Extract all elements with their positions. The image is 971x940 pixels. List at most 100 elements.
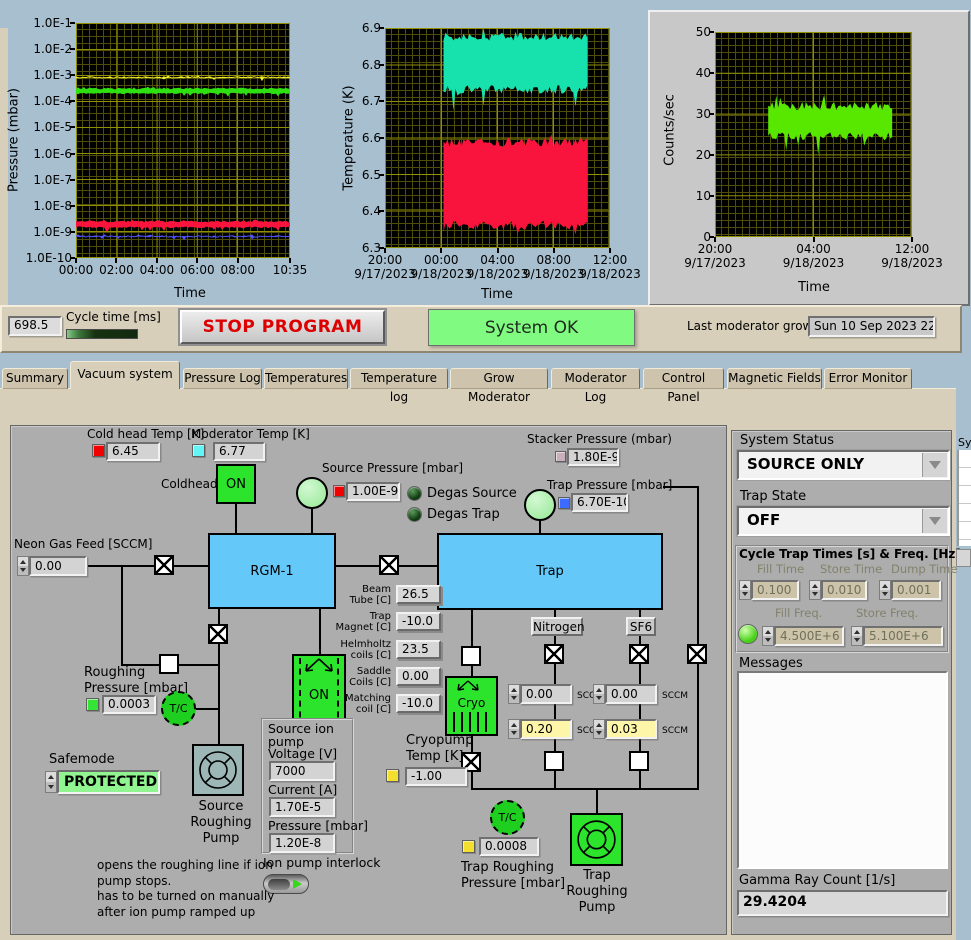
source-pressure-label: Source Pressure [mbar] — [322, 461, 464, 475]
pipe-line — [539, 521, 541, 533]
y-tick-mark — [379, 100, 384, 103]
stacker-pressure-value: 1.80E-9 — [567, 448, 619, 466]
degas-trap-led[interactable] — [407, 507, 422, 522]
n2-actual-spinner[interactable] — [508, 684, 520, 704]
store-time-value[interactable]: 0.010 — [821, 580, 867, 600]
saddle-coils-value: 0.00 — [396, 667, 441, 686]
coldhead-state-label: ON — [226, 476, 246, 492]
tab-error-monitor[interactable]: Error Monitor — [824, 368, 912, 389]
interlock-note: opens the roughing line if ion pump stop… — [97, 858, 275, 919]
tab-pressure-log[interactable]: Pressure Log — [183, 368, 262, 389]
tab-moderator-log[interactable]: Moderator Log — [551, 368, 640, 404]
tab-temperature-log[interactable]: Temperature log — [350, 368, 448, 404]
y-tick-label: 10 — [695, 189, 711, 203]
y-tick-label: 1.0E-2 — [33, 42, 72, 57]
neon-feed-spinner[interactable] — [17, 556, 29, 576]
ion-voltage-label: Voltage [V] — [268, 746, 338, 761]
fill-freq-value[interactable]: 4.500E+6 — [774, 626, 844, 646]
cryo-pump[interactable]: Cryo — [445, 676, 498, 736]
tab-grow-moderator[interactable]: Grow Moderator — [450, 368, 548, 404]
y-tick-mark — [70, 100, 75, 103]
trap-label: Trap — [536, 564, 564, 579]
ion-pressure-value: 1.20E-8 — [269, 833, 335, 853]
pipe-line — [195, 708, 219, 710]
stop-program-button[interactable]: STOP PROGRAM — [180, 310, 385, 344]
system-status-dropdown[interactable]: SOURCE ONLY — [737, 450, 950, 480]
degas-source-label: Degas Source — [427, 486, 517, 501]
source-roughing-pump[interactable] — [192, 744, 244, 796]
tab-temperatures[interactable]: Temperatures — [264, 368, 348, 389]
x-tick-mark — [289, 258, 291, 263]
x-tick-label: 10:35 — [272, 263, 308, 277]
pipe-line — [88, 565, 208, 567]
y-tick-mark — [70, 22, 75, 24]
chevron-down-icon[interactable] — [922, 509, 947, 533]
cycle-trap-title: Cycle Trap Times [s] & Freq. [Hz] — [739, 547, 961, 561]
y-tick-mark — [709, 31, 714, 33]
x-tick-label: 20:00 9/17/2023 — [684, 242, 746, 270]
ion-current-label: Current [A] — [268, 782, 338, 797]
trap-roughing-pump[interactable] — [570, 813, 623, 866]
nitrogen-valve[interactable] — [544, 644, 564, 664]
y-tick-mark — [70, 230, 75, 233]
rgm1-trap-valve[interactable] — [379, 555, 399, 575]
fill-freq-label: Fill Freq. — [775, 606, 823, 620]
pressure-x-axis-title: Time — [174, 286, 206, 301]
dump-time-value[interactable]: 0.001 — [891, 580, 941, 600]
store-freq-value[interactable]: 5.100E+6 — [863, 626, 943, 646]
dump-time-spinner[interactable] — [879, 580, 891, 600]
neon-feed-value[interactable]: 0.00 — [29, 556, 87, 576]
trap-pressure-value: 6.70E-10 — [571, 493, 628, 512]
source-pressure-value: 1.00E-9 — [346, 482, 400, 501]
trap-roughing-pressure-label: Trap Roughing Pressure [mbar] — [461, 860, 566, 891]
store-time-spinner[interactable] — [809, 580, 821, 600]
tab-summary[interactable]: Summary — [2, 368, 68, 389]
tab-magnetic-fields[interactable]: Magnetic Fields — [727, 368, 822, 389]
moderator-temp-value: 6.77 — [213, 442, 265, 461]
cryo-inlet-valve[interactable] — [461, 646, 481, 666]
neon-feed-valve[interactable] — [154, 555, 174, 575]
moderator-temp-label: Moderator Temp [K] — [191, 427, 310, 441]
degas-source-led[interactable] — [407, 486, 422, 501]
x-tick-mark — [911, 237, 913, 242]
dump-time-label: Dump Time — [891, 562, 958, 576]
trap-state-dropdown[interactable]: OFF — [737, 506, 950, 536]
chevron-down-icon[interactable] — [922, 453, 947, 477]
trap-roughing-valve[interactable] — [687, 644, 707, 664]
sf6-lower-valve[interactable] — [629, 751, 649, 771]
pipe-line — [235, 503, 237, 533]
cycle-time-indicator: 698.5 — [8, 316, 62, 336]
y-tick-mark — [70, 204, 75, 207]
sf6-actual-spinner[interactable] — [593, 684, 605, 704]
source-ion-pump-group: Source ion pump Voltage [V] 7000 Current… — [261, 718, 368, 854]
fill-time-value[interactable]: 0.100 — [751, 580, 799, 600]
safemode-value-box[interactable]: PROTECTED — [57, 770, 160, 794]
safemode-spinner[interactable] — [45, 771, 57, 793]
store-freq-spinner[interactable] — [851, 626, 863, 646]
roughing-status-square — [86, 698, 99, 711]
temperature-chart: Temperature (K) Time 6.9 6.8 6.7 6.6 6.5 6.4 6… — [330, 0, 650, 305]
fill-time-spinner[interactable] — [739, 580, 751, 600]
y-tick-mark — [709, 113, 714, 115]
coldhead-on-button[interactable]: ON — [216, 464, 256, 504]
trap-magnet-value: -10.0 — [396, 612, 441, 631]
gamma-count-label: Gamma Ray Count [1/s] — [739, 873, 896, 888]
sf6-actual-unit: SCCM — [662, 691, 689, 701]
temperature-x-axis-title: Time — [481, 287, 513, 302]
n2-set-spinner[interactable] — [508, 719, 520, 739]
ion-voltage-value: 7000 — [269, 761, 335, 781]
sf6-setpoint-value[interactable]: 0.03 — [605, 719, 657, 739]
x-tick-mark — [384, 248, 386, 253]
y-tick-label: 6.6 — [361, 131, 381, 145]
tab-control-panel[interactable]: Control Panel — [643, 368, 724, 404]
fill-freq-spinner[interactable] — [762, 626, 774, 646]
sf6-set-spinner[interactable] — [593, 719, 605, 739]
rgm1-roughing-valve[interactable] — [208, 624, 228, 644]
cold-head-temp-label: Cold head Temp [K] — [87, 427, 205, 441]
n2-setpoint-value[interactable]: 0.20 — [520, 719, 572, 739]
nitrogen-lower-valve[interactable] — [544, 751, 564, 771]
tc-label: T/C — [169, 702, 188, 715]
tab-vacuum-system[interactable]: Vacuum system — [70, 361, 180, 389]
sf6-valve[interactable] — [629, 644, 649, 664]
y-tick-mark — [379, 173, 384, 176]
